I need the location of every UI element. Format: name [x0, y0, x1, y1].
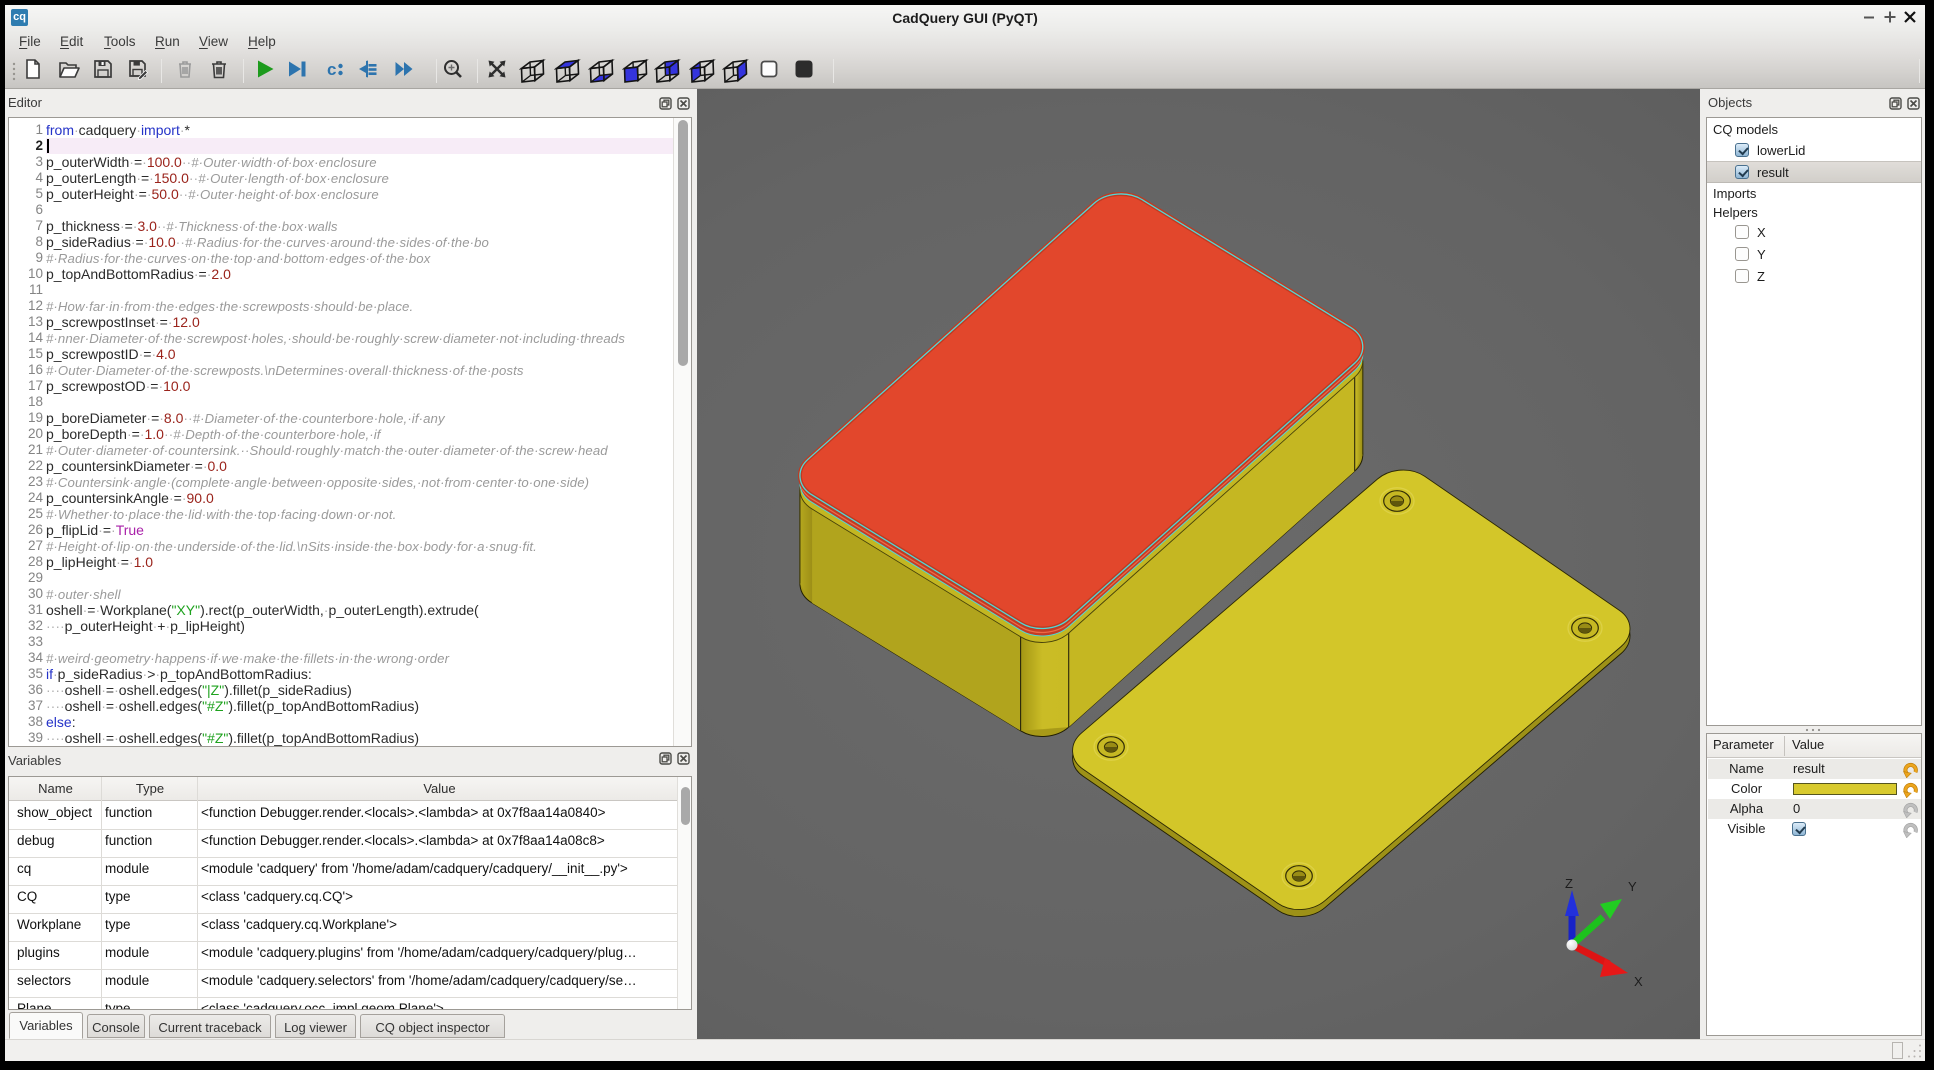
svg-text:X: X	[1634, 974, 1643, 989]
svg-text:Y: Y	[1628, 879, 1637, 894]
svg-text:Z: Z	[1565, 876, 1573, 891]
svg-text:c: c	[327, 60, 336, 79]
